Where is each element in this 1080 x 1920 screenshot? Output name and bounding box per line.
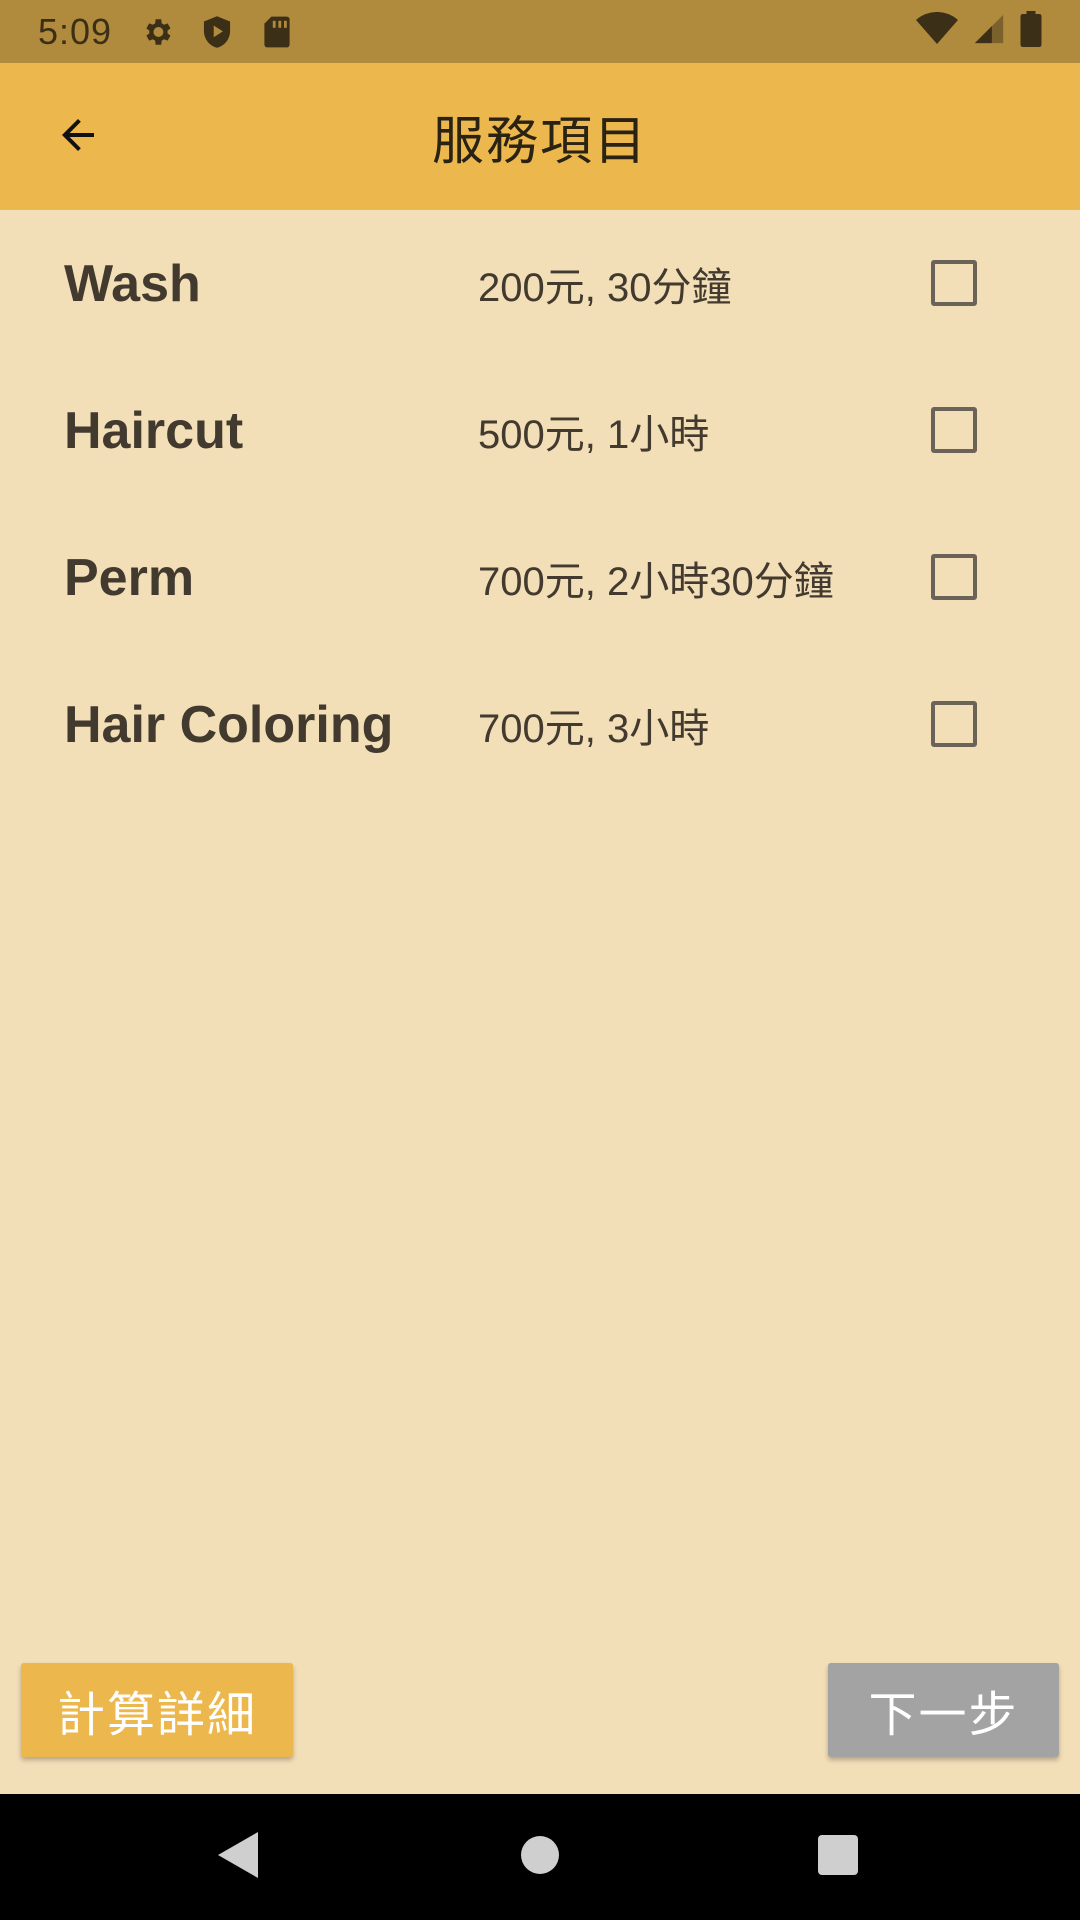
app-bar: 服務項目 xyxy=(0,63,1080,210)
nav-home-button[interactable] xyxy=(480,1794,600,1920)
status-right-icons xyxy=(916,11,1042,52)
service-checkbox-hair-coloring[interactable] xyxy=(931,701,977,747)
back-triangle-icon xyxy=(216,1830,260,1885)
navigation-bar xyxy=(0,1794,1080,1920)
status-bar: 5:09 xyxy=(0,0,1080,63)
service-price: 700元, 2小時30分鐘 xyxy=(478,559,834,604)
screen: 5:09 服務項目 Wash 200元, 30分鐘 Haircut 500元, … xyxy=(0,0,1080,1920)
battery-icon xyxy=(1020,11,1042,52)
nav-back-button[interactable] xyxy=(178,1794,298,1920)
wifi-icon xyxy=(916,11,958,51)
service-price: 500元, 1小時 xyxy=(478,412,710,457)
next-step-button[interactable]: 下一步 xyxy=(828,1663,1059,1757)
service-row-haircut[interactable]: Haircut 500元, 1小時 xyxy=(0,357,1080,504)
shield-play-icon xyxy=(198,13,236,51)
back-button[interactable] xyxy=(28,87,128,187)
service-row-perm[interactable]: Perm 700元, 2小時30分鐘 xyxy=(0,504,1080,651)
service-checkbox-perm[interactable] xyxy=(931,554,977,600)
home-circle-icon xyxy=(520,1835,560,1880)
service-name: Perm xyxy=(64,548,195,607)
settings-icon xyxy=(138,13,176,51)
signal-icon xyxy=(972,12,1006,51)
nav-recents-button[interactable] xyxy=(778,1794,898,1920)
recents-square-icon xyxy=(818,1834,858,1880)
service-name: Haircut xyxy=(64,401,244,460)
service-checkbox-wash[interactable] xyxy=(931,260,977,306)
service-price: 700元, 3小時 xyxy=(478,706,710,751)
service-checkbox-haircut[interactable] xyxy=(931,407,977,453)
arrow-left-icon xyxy=(54,111,102,164)
sd-card-icon xyxy=(258,13,296,51)
service-name: Hair Coloring xyxy=(64,695,394,754)
service-name: Wash xyxy=(64,254,201,313)
page-title: 服務項目 xyxy=(431,113,648,171)
status-time: 5:09 xyxy=(38,10,113,52)
calculate-details-button[interactable]: 計算詳細 xyxy=(21,1663,293,1757)
service-row-wash[interactable]: Wash 200元, 30分鐘 xyxy=(0,210,1080,357)
service-row-hair-coloring[interactable]: Hair Coloring 700元, 3小時 xyxy=(0,651,1080,798)
service-price: 200元, 30分鐘 xyxy=(478,265,732,310)
service-list: Wash 200元, 30分鐘 Haircut 500元, 1小時 Perm 7… xyxy=(0,210,1080,798)
